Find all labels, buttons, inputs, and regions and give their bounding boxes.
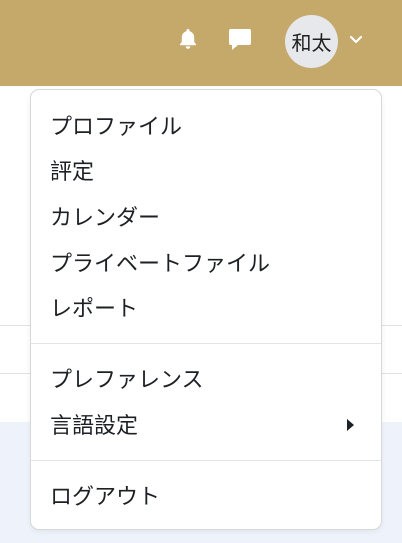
menu-item-label: プロファイル	[50, 115, 183, 140]
caret-right-icon	[347, 419, 354, 431]
bell-icon[interactable]	[176, 27, 200, 51]
menu-item-profile[interactable]: プロファイル	[50, 105, 371, 145]
menu-divider	[31, 343, 381, 344]
menu-divider	[31, 460, 381, 461]
chevron-down-icon[interactable]	[348, 33, 364, 47]
chat-icon[interactable]	[227, 26, 253, 52]
user-dropdown-menu: プロファイル 評定 カレンダー プライベートファイル レポート プレファレンス …	[30, 89, 382, 530]
menu-item-label: プライベートファイル	[50, 252, 271, 277]
menu-item-calendar[interactable]: カレンダー	[50, 196, 371, 236]
menu-item-private-files[interactable]: プライベートファイル	[50, 242, 371, 282]
menu-item-language[interactable]: 言語設定	[50, 404, 371, 444]
menu-item-label: プレファレンス	[50, 368, 204, 393]
menu-item-label: レポート	[50, 297, 139, 322]
menu-item-label: ログアウト	[50, 485, 161, 510]
menu-item-label: 言語設定	[50, 414, 139, 439]
avatar[interactable]: 和太	[285, 15, 338, 68]
menu-item-logout[interactable]: ログアウト	[50, 475, 371, 515]
menu-item-grades[interactable]: 評定	[50, 150, 371, 190]
menu-item-label: 評定	[50, 160, 95, 185]
menu-item-preferences[interactable]: プレファレンス	[50, 358, 371, 398]
menu-item-reports[interactable]: レポート	[50, 287, 371, 327]
menu-item-label: カレンダー	[50, 206, 161, 231]
top-navbar: 和太	[0, 0, 402, 86]
